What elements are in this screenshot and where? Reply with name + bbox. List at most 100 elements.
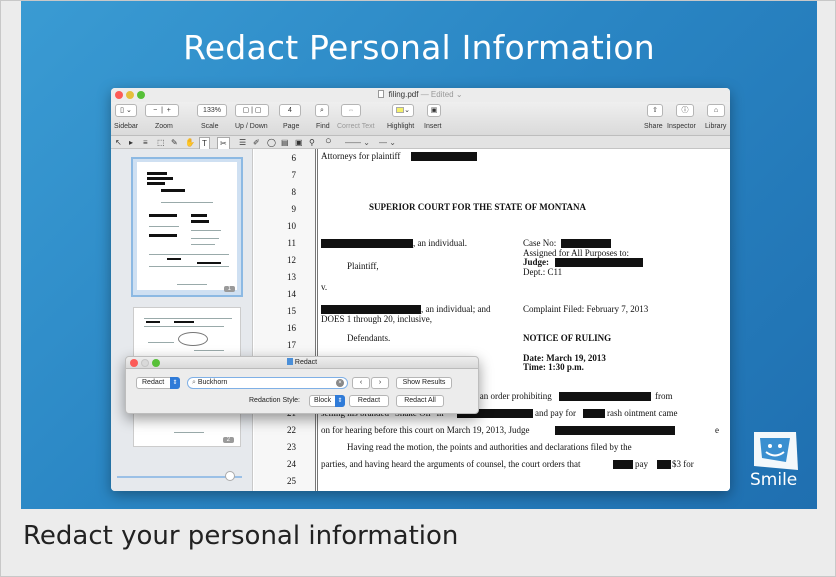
dialog-title: Redact — [294, 359, 318, 366]
doc-text-pay-for: and pay for — [535, 408, 576, 418]
dialog-titlebar: Redact — [126, 357, 478, 369]
note-icon[interactable]: ▤ — [281, 137, 289, 148]
redact-button[interactable]: Redact — [349, 395, 389, 407]
pointer-tool-icon[interactable]: ▸ — [129, 137, 133, 148]
doc-text-individual-and: , an individual; and — [421, 304, 491, 314]
find-icon[interactable]: ⌕ — [315, 104, 329, 117]
line-number: 10 — [287, 221, 296, 231]
minimize-dialog-icon — [141, 359, 149, 367]
list-icon[interactable]: ☰ — [239, 137, 246, 148]
redaction-block — [321, 305, 421, 314]
marquee-icon[interactable]: ⬚ — [157, 137, 165, 148]
attachment-icon[interactable]: ⚲ — [309, 137, 315, 148]
frame: Redact Personal Information Redact your … — [0, 0, 836, 577]
doc-notice-of-ruling: NOTICE OF RULING — [523, 333, 612, 343]
doc-does: DOES 1 through 20, inclusive, — [321, 314, 432, 324]
redact-all-button[interactable]: Redact All — [396, 395, 444, 407]
redaction-block — [561, 239, 611, 248]
line-width-dropdown[interactable]: — ⌄ — [379, 137, 396, 148]
select-tool-icon[interactable]: ↖ — [115, 137, 122, 148]
redaction-block — [657, 460, 671, 469]
zoom-value[interactable]: 133% — [197, 104, 227, 117]
annotation-toolbar: ↖ ▸ ≡ ⬚ ✎ ✋ T ✂ ☰ ✐ ◯ ▤ ▣ ⚲ ○ —— ⌄ — ⌄ — [111, 136, 730, 150]
toolbar-label-correct-text: Correct Text — [337, 123, 375, 130]
minimize-window-icon[interactable] — [126, 91, 134, 99]
page-field[interactable]: 4 — [279, 104, 301, 117]
line-number-gutter: 6 7 8 9 10 11 12 13 14 15 16 17 18 19 20… — [254, 149, 316, 491]
pdf-app-window: filing.pdf — Edited ⌄ ▯ ⌄ − | + 133% ▢ |… — [111, 88, 730, 491]
previous-result-button[interactable]: ‹ — [352, 377, 370, 389]
hand-icon[interactable]: ✋ — [185, 137, 195, 148]
toolbar-label-share: Share — [644, 123, 663, 130]
inspector-icon[interactable]: ⓘ — [676, 104, 694, 117]
comment-icon[interactable]: ◯ — [267, 137, 276, 148]
doc-defendants: Defendants. — [347, 333, 391, 343]
share-icon[interactable]: ⇧ — [647, 104, 663, 117]
banner-title: Redact Personal Information — [183, 28, 655, 67]
close-dialog-icon[interactable] — [130, 359, 138, 367]
sidebar-toggle-button[interactable]: ▯ ⌄ — [115, 104, 137, 117]
close-window-icon[interactable] — [115, 91, 123, 99]
insert-icon[interactable]: ▣ — [427, 104, 441, 117]
toolbar-label-page: Page — [283, 123, 300, 130]
doc-text-having-read: Having read the motion, the points and a… — [347, 442, 632, 452]
window-title: filing.pdf — [388, 90, 419, 99]
doc-court-heading: SUPERIOR COURT FOR THE STATE OF MONTANA — [369, 202, 587, 212]
doc-case-no: Case No: — [523, 238, 557, 248]
stamp-icon[interactable]: ▣ — [295, 137, 303, 148]
window-title-suffix: — Edited ⌄ — [420, 90, 463, 99]
zoom-buttons[interactable]: − | + — [145, 104, 179, 117]
toolbar-label-scale: Scale — [201, 123, 219, 130]
highlight-button[interactable]: ⌄ — [392, 104, 414, 117]
thumbnail-page-badge: 1 — [223, 286, 235, 292]
thumbnail-page-badge: 2 — [222, 437, 234, 443]
dropdown-arrow-icon: ⇕ — [170, 377, 180, 389]
redaction-block — [559, 392, 651, 401]
toolbar-label-insert: Insert — [424, 123, 442, 130]
doc-complaint-filed: Complaint Filed: February 7, 2013 — [523, 304, 649, 314]
search-input[interactable]: ⌕ Buckhorn × — [187, 377, 348, 389]
redact-dialog: Redact Redact ⇕ ⌕ Buckhorn × ‹ › Show Re… — [125, 356, 479, 414]
thumbnail-size-slider[interactable] — [117, 476, 242, 478]
doc-text-pay: pay — [635, 459, 648, 469]
doc-text-3-for: $3 for — [672, 459, 694, 469]
library-icon[interactable]: ⌂ — [707, 104, 725, 117]
line-style-dropdown[interactable]: —— ⌄ — [345, 137, 370, 148]
doc-text-parties: parties, and having heard the arguments … — [321, 459, 581, 469]
circle-shape-icon[interactable]: ○ — [325, 136, 332, 147]
doc-plaintiff: Plaintiff, — [347, 261, 379, 271]
brush-icon[interactable]: ✐ — [253, 137, 260, 148]
line-number: 23 — [287, 442, 296, 452]
next-result-button[interactable]: › — [371, 377, 389, 389]
line-number: 24 — [287, 459, 296, 469]
clear-search-icon[interactable]: × — [336, 379, 344, 387]
show-results-button[interactable]: Show Results — [396, 377, 452, 389]
line-number: 14 — [287, 289, 296, 299]
zoom-dialog-icon[interactable] — [152, 359, 160, 367]
line-number: 13 — [287, 272, 296, 282]
line-number: 25 — [287, 476, 296, 486]
correct-text-icon[interactable]: ⇔ — [341, 104, 361, 117]
smile-logo-text: Smile — [750, 470, 798, 490]
pen-icon[interactable]: ✎ — [171, 137, 178, 148]
thumbnail-page-1[interactable]: 1 — [131, 157, 243, 297]
redact-doc-icon — [286, 358, 293, 365]
slider-knob[interactable] — [225, 471, 235, 481]
doc-text-attorneys: Attorneys for plaintiff — [321, 151, 401, 161]
toolbar-label-sidebar: Sidebar — [114, 123, 139, 130]
redaction-block — [555, 426, 675, 435]
text-select-icon[interactable]: ≡ — [143, 137, 148, 148]
thumbnail-sidebar: 1 2 — [111, 149, 253, 491]
line-number: 6 — [291, 153, 297, 163]
up-down-buttons[interactable]: ▢ | ▢ — [235, 104, 269, 117]
doc-text-hearing: on for hearing before this court on Marc… — [321, 425, 530, 435]
toolbar-label-library: Library — [705, 123, 727, 130]
toolbar-label-up-down: Up / Down — [235, 123, 268, 130]
zoom-window-icon[interactable] — [137, 91, 145, 99]
line-number: 17 — [287, 340, 296, 350]
redaction-block — [583, 409, 605, 418]
smile-logo: Smile — [746, 426, 804, 494]
mode-select[interactable]: Redact ⇕ — [136, 377, 180, 389]
redaction-style-select[interactable]: Block ⇕ — [309, 395, 345, 407]
redaction-style-value: Block — [314, 397, 332, 404]
